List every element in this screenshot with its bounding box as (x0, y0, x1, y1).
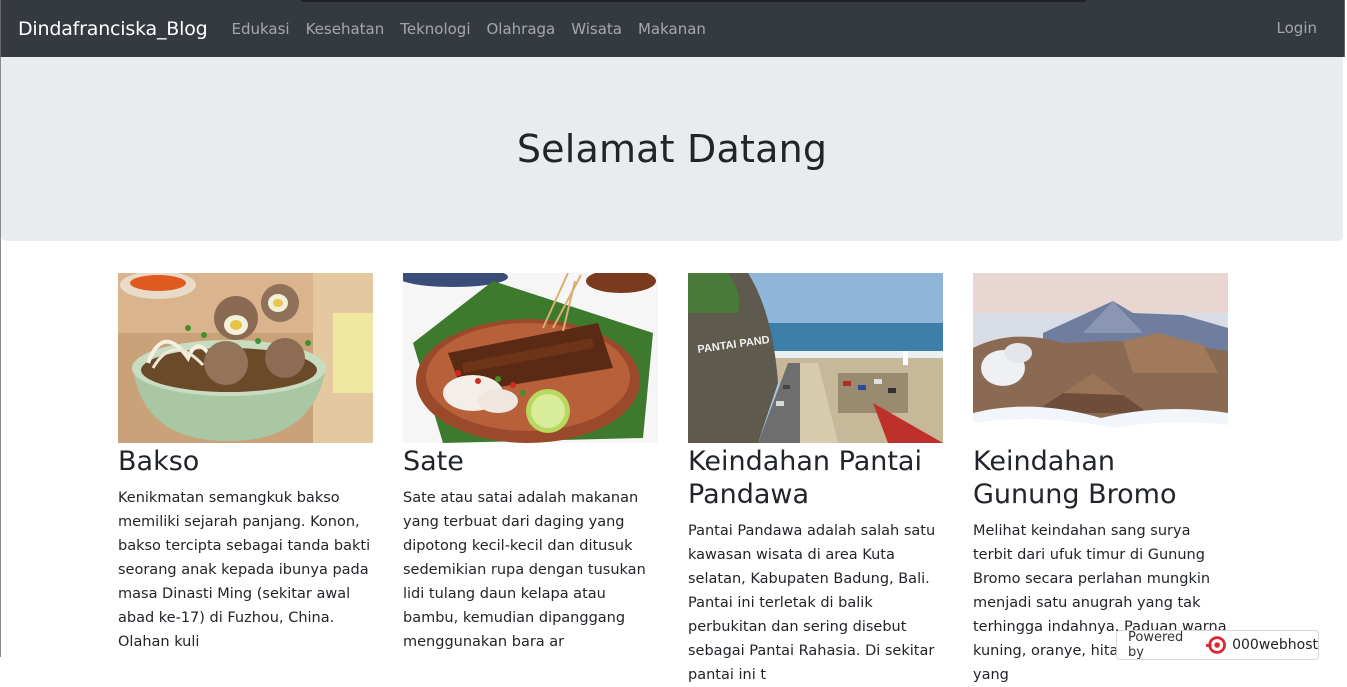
card-title[interactable]: Keindahan Gunung Bromo (973, 445, 1228, 511)
brand-link[interactable]: Dindafranciska_Blog (18, 18, 208, 40)
nav-link-edukasi[interactable]: Edukasi (231, 20, 289, 38)
navbar: Dindafranciska_Blog Edukasi Kesehatan Te… (0, 0, 1345, 57)
card-gunung-bromo: Keindahan Gunung Bromo Melihat keindahan… (973, 273, 1228, 687)
card-title[interactable]: Keindahan Pantai Pandawa (688, 445, 943, 511)
card-text: Melihat keindahan sang surya terbit dari… (973, 523, 1227, 683)
nav-link-teknologi[interactable]: Teknologi (400, 20, 470, 38)
left-page-edge (0, 57, 1, 657)
login-link[interactable]: Login (1277, 19, 1317, 37)
sate-photo[interactable] (403, 273, 658, 443)
bakso-photo[interactable] (118, 273, 373, 443)
pandawa-beach-photo[interactable]: PANTAI PAND (688, 273, 943, 443)
card-text: Kenikmatan semangkuk bakso memiliki seja… (118, 490, 371, 650)
card-bakso: Bakso Kenikmatan semangkuk bakso memilik… (118, 273, 373, 654)
nav-link-wisata[interactable]: Wisata (571, 20, 622, 38)
bromo-mountain-photo[interactable] (973, 273, 1228, 443)
card-pantai-pandawa: PANTAI PAND Keindahan Pantai Pandawa Pan… (688, 273, 943, 687)
nav-link-makanan[interactable]: Makanan (638, 20, 706, 38)
badge-name: 000webhost (1232, 637, 1318, 653)
navbar-top-edge (301, 0, 1086, 2)
card-text: Pantai Pandawa adalah salah satu kawasan… (688, 523, 936, 683)
000webhost-logo-icon (1205, 636, 1226, 654)
card-text: Sate atau satai adalah makanan yang terb… (403, 490, 646, 650)
hosting-badge[interactable]: Powered by 000webhost (1116, 630, 1319, 660)
card-title[interactable]: Sate (403, 445, 658, 478)
badge-powered-by: Powered by (1128, 630, 1184, 660)
hero-title: Selamat Datang (516, 127, 828, 171)
hero-jumbotron: Selamat Datang (1, 57, 1343, 241)
nav-link-olahraga[interactable]: Olahraga (486, 20, 555, 38)
nav-link-kesehatan[interactable]: Kesehatan (306, 20, 385, 38)
card-sate: Sate Sate atau satai adalah makanan yang… (403, 273, 658, 654)
nav-menu: Edukasi Kesehatan Teknologi Olahraga Wis… (231, 20, 721, 38)
card-title[interactable]: Bakso (118, 445, 373, 478)
